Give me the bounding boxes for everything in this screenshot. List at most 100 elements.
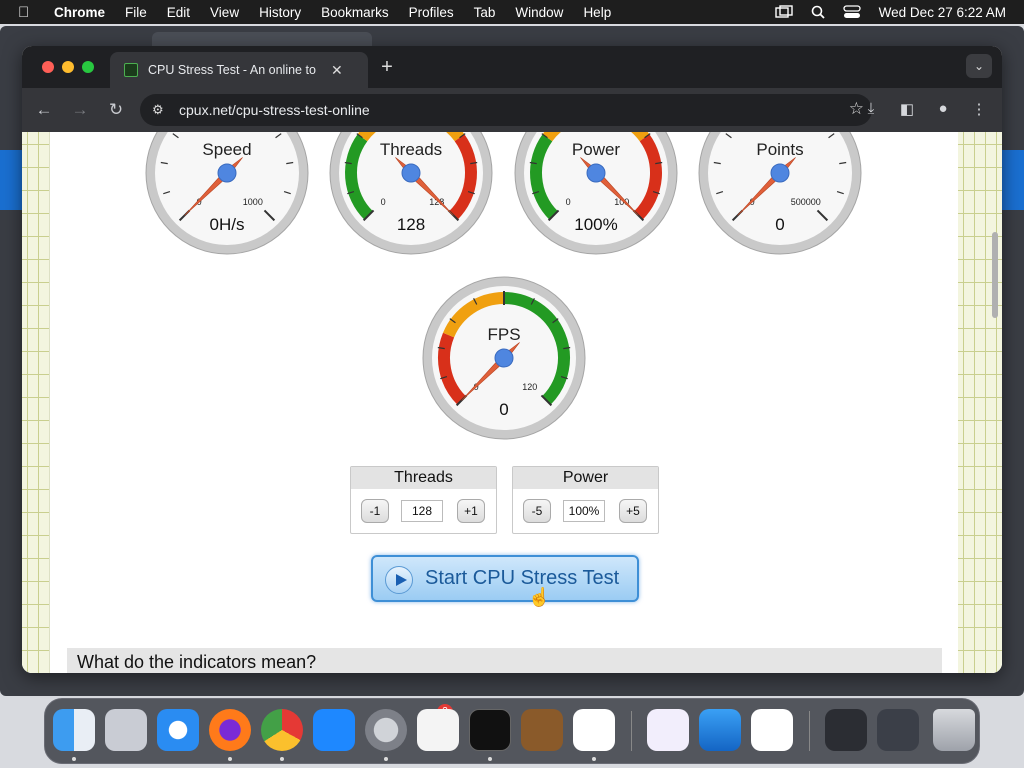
- running-indicator: [384, 757, 388, 761]
- window-preview-2-icon[interactable]: [877, 709, 919, 751]
- page-content: Speed 0 1000 0H/s Threads0128128 Power01001…: [22, 132, 1002, 673]
- textedit-icon[interactable]: [417, 709, 459, 751]
- gauge-max-label: 1000: [243, 197, 263, 207]
- zoom-window-button[interactable]: [82, 61, 94, 73]
- running-indicator: [228, 757, 232, 761]
- menu-profiles[interactable]: Profiles: [409, 5, 454, 20]
- hand-pointer-cursor-icon: ☝: [528, 587, 551, 607]
- start-stress-test-button[interactable]: Start CPU Stress Test: [371, 555, 639, 602]
- gauge-hub: [494, 348, 514, 368]
- section-heading: What do the indicators mean?: [67, 648, 942, 673]
- gauge-hub: [217, 163, 237, 183]
- gauge-fps: FPS01200: [422, 276, 586, 445]
- gauge-min-label: 0: [566, 197, 571, 207]
- finder-icon[interactable]: [53, 709, 95, 751]
- gauge-min-label: 0: [381, 197, 386, 207]
- power-decrement-button[interactable]: -5: [523, 499, 551, 523]
- start-button-label: Start CPU Stress Test: [425, 567, 620, 589]
- system-settings-icon[interactable]: [365, 709, 407, 751]
- menu-bookmarks[interactable]: Bookmarks: [321, 5, 389, 20]
- profile-avatar-icon[interactable]: ●: [933, 100, 953, 117]
- menu-view[interactable]: View: [210, 5, 239, 20]
- gauge-svg: Threads0 128128: [329, 132, 493, 255]
- threads-control-title: Threads: [351, 467, 496, 489]
- gauge-svg: Speed010000H/s: [145, 132, 309, 255]
- address-bar[interactable]: ⚙ cpux.net/cpu-stress-test-online ☆: [140, 94, 872, 126]
- screen-mirroring-icon[interactable]: [773, 5, 795, 19]
- threads-increment-button[interactable]: +1: [457, 499, 485, 523]
- app-store-icon[interactable]: [313, 709, 355, 751]
- gauge-value: 0H/s: [210, 215, 245, 234]
- spotlight-search-icon[interactable]: [807, 5, 829, 19]
- apple-icon[interactable]: : [18, 4, 36, 21]
- news-icon[interactable]: [751, 709, 793, 751]
- tab-close-icon[interactable]: ✕: [331, 62, 343, 79]
- menu-bar:  Chrome File Edit View History Bookmark…: [0, 0, 1024, 24]
- threads-value-field[interactable]: 128: [401, 500, 443, 522]
- tab-bar: CPU Stress Test - An online to ✕ + ⌄: [22, 46, 1002, 88]
- site-settings-icon[interactable]: ⚙: [152, 102, 164, 118]
- threads-control: Threads -1 128 +1: [350, 466, 497, 534]
- terminal-icon[interactable]: [469, 709, 511, 751]
- chrome-menu-icon[interactable]: ⋮: [969, 100, 989, 118]
- menu-window[interactable]: Window: [515, 5, 563, 20]
- launchpad-icon[interactable]: [105, 709, 147, 751]
- power-control-title: Power: [513, 467, 658, 489]
- chrome-icon[interactable]: [261, 709, 303, 751]
- gauge-max-label: 500000: [791, 197, 821, 207]
- menu-edit[interactable]: Edit: [167, 5, 190, 20]
- browser-tab-active[interactable]: CPU Stress Test - An online to ✕: [110, 52, 368, 88]
- menu-tab[interactable]: Tab: [474, 5, 496, 20]
- reload-icon[interactable]: ↻: [106, 100, 126, 120]
- menu-help[interactable]: Help: [583, 5, 611, 20]
- gauge-power: Power 0 100 100%: [514, 132, 678, 260]
- menu-file[interactable]: File: [125, 5, 147, 20]
- download-icon[interactable]: ⤓: [861, 100, 881, 117]
- gauge-label: Speed: [202, 140, 251, 159]
- forward-arrow-icon[interactable]: →: [70, 100, 90, 120]
- menu-history[interactable]: History: [259, 5, 301, 20]
- gauge-hub: [770, 163, 790, 183]
- gauge-hub: [401, 163, 421, 183]
- gauge-svg: Power0 100100%: [514, 132, 678, 255]
- minimize-window-button[interactable]: [62, 61, 74, 73]
- gauge-value: 0: [499, 400, 508, 419]
- gauge-label: FPS: [487, 325, 520, 344]
- visual-studio-icon[interactable]: [647, 709, 689, 751]
- tab-search-chevron-icon[interactable]: ⌄: [966, 54, 992, 78]
- gauge-speed: Speed010000H/s: [145, 132, 309, 260]
- circuit-border-left: [22, 132, 50, 673]
- window-preview-icon[interactable]: [825, 709, 867, 751]
- icloud-icon[interactable]: [699, 709, 741, 751]
- page-scrollbar[interactable]: [992, 232, 998, 318]
- back-arrow-icon[interactable]: ←: [34, 100, 54, 120]
- trash-icon[interactable]: [933, 709, 975, 751]
- vscode-icon[interactable]: [573, 709, 615, 751]
- threads-decrement-button[interactable]: -1: [361, 499, 389, 523]
- dock: 2: [44, 698, 980, 764]
- cpu-favicon-icon: [124, 63, 138, 77]
- gauge-threads: Threads 0 128 128: [329, 132, 493, 260]
- new-tab-icon[interactable]: +: [376, 56, 398, 79]
- menubar-clock[interactable]: Wed Dec 27 6:22 AM: [879, 5, 1006, 20]
- browser-window: CPU Stress Test - An online to ✕ + ⌄ ← →…: [22, 46, 1002, 673]
- control-center-icon[interactable]: [841, 5, 863, 19]
- firefox-icon[interactable]: [209, 709, 251, 751]
- running-indicator: [280, 757, 284, 761]
- menu-app-name[interactable]: Chrome: [54, 5, 105, 20]
- gauge-label: Points: [756, 140, 803, 159]
- gauge-value: 100%: [574, 215, 617, 234]
- power-increment-button[interactable]: +5: [619, 499, 647, 523]
- power-control: Power -5 100% +5: [512, 466, 659, 534]
- gauge-points: Points05000000: [698, 132, 862, 260]
- gauge-hub: [586, 163, 606, 183]
- garageband-icon[interactable]: [521, 709, 563, 751]
- browser-toolbar: ← → ↻ ⚙ cpux.net/cpu-stress-test-online …: [22, 88, 1002, 132]
- circuit-border-right: [958, 132, 1002, 673]
- safari-icon[interactable]: [157, 709, 199, 751]
- url-text[interactable]: cpux.net/cpu-stress-test-online: [179, 102, 370, 118]
- side-panel-icon[interactable]: ◧: [897, 100, 917, 118]
- power-value-field[interactable]: 100%: [563, 500, 605, 522]
- background-window-edge: [0, 150, 22, 210]
- close-window-button[interactable]: [42, 61, 54, 73]
